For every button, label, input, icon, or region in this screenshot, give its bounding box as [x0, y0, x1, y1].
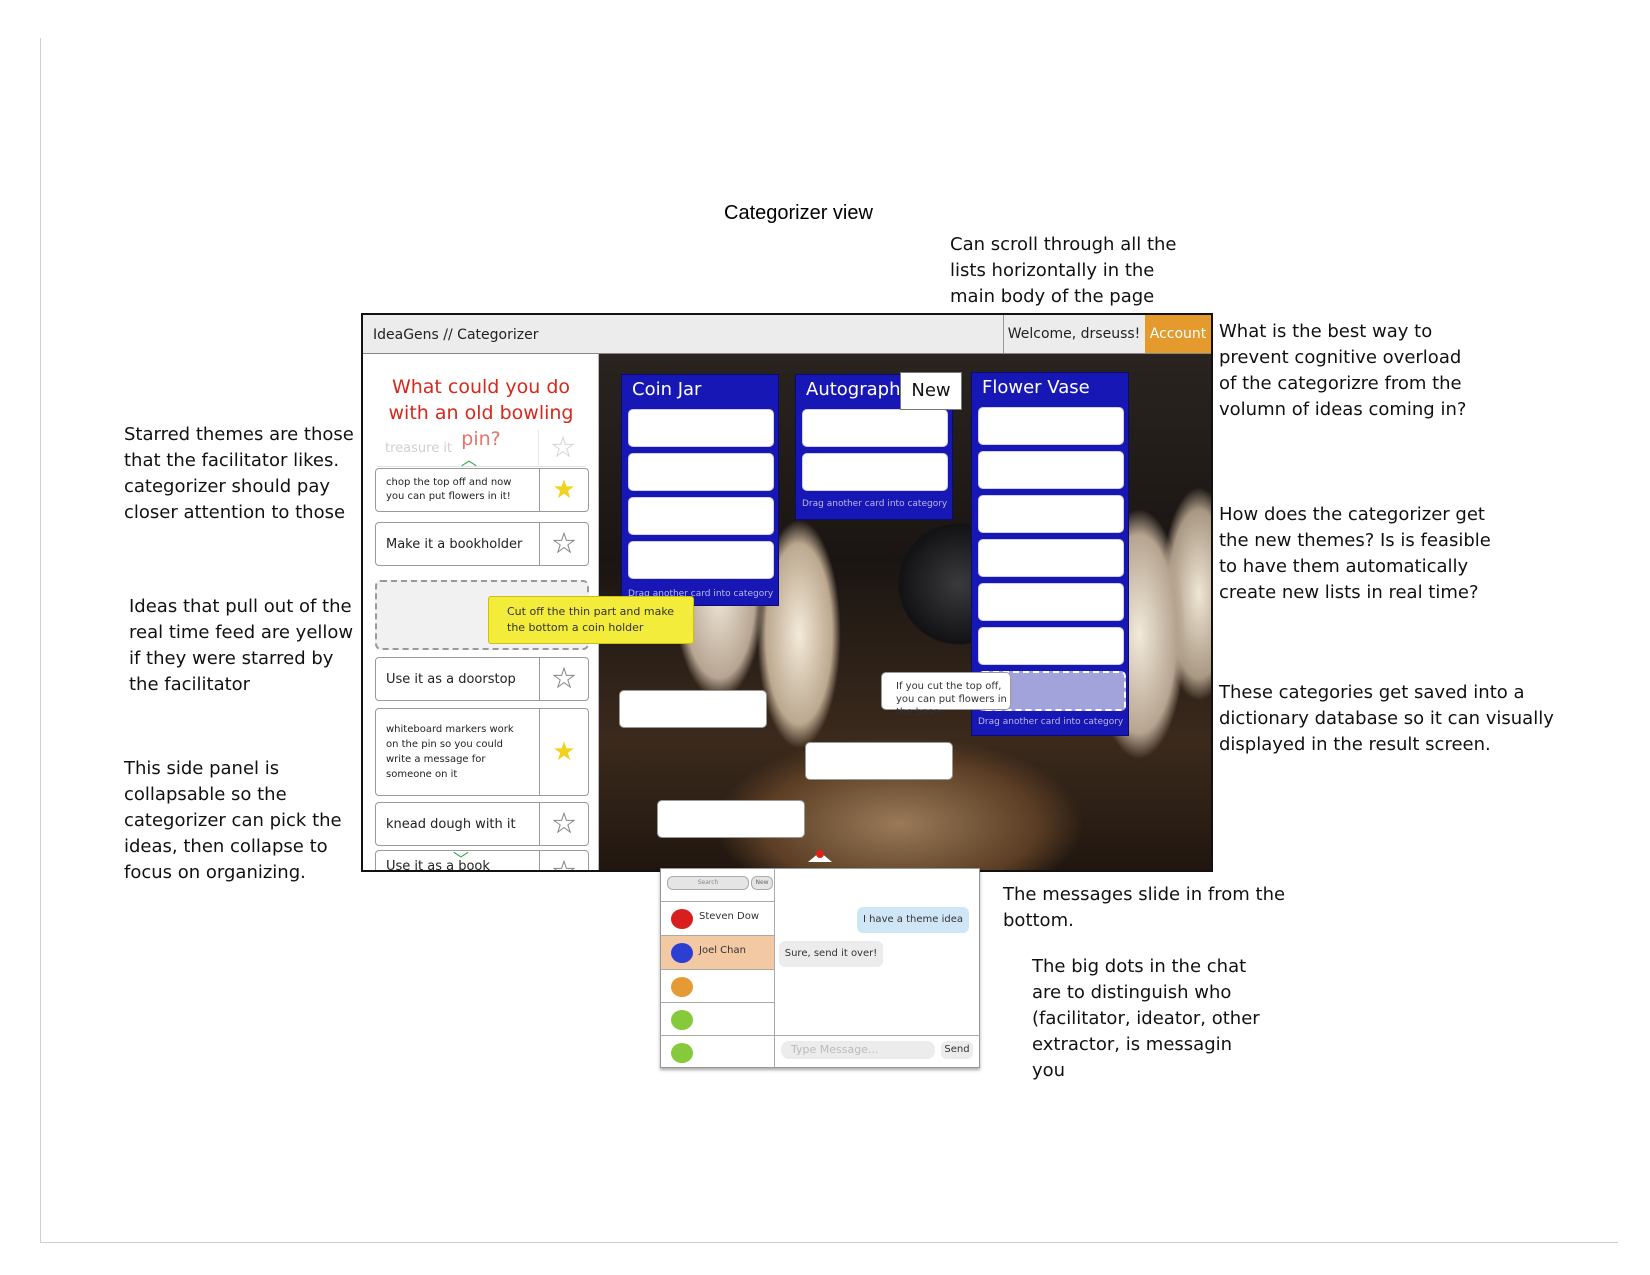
chat-panel: Search New Steven Dow Joel Chan I have a…	[660, 868, 980, 1068]
annotation-yellow: Ideas that pull out of the real time fee…	[129, 596, 354, 695]
top-bar: IdeaGens // Categorizer Welcome, drseuss…	[363, 315, 1211, 354]
contacts-column: Search New Steven Dow Joel Chan	[661, 869, 775, 1067]
app-title: IdeaGens // Categorizer	[373, 327, 539, 343]
category-list-coin-jar[interactable]: Coin Jar Drag another card into category	[621, 374, 779, 606]
idea-text: chop the top off and now you can put flo…	[386, 477, 512, 502]
contact-dot	[671, 1010, 693, 1030]
contact-dot	[671, 1043, 693, 1063]
page-frame-left	[40, 38, 41, 1243]
annotation-collapse: This side panel is collapsable so the ca…	[124, 758, 342, 883]
category-card-slot[interactable]	[978, 627, 1124, 665]
star-icon[interactable]: ★	[539, 523, 588, 565]
idea-text: Make it a bookholder	[386, 536, 523, 552]
annotation-starred: Starred themes are those that the facili…	[124, 424, 354, 523]
star-icon[interactable]: ★	[539, 851, 588, 870]
welcome-text: Welcome, drseuss!	[1003, 315, 1144, 353]
contact-dot	[671, 909, 693, 929]
star-icon[interactable]: ★	[539, 803, 588, 845]
message-outgoing: I have a theme idea	[857, 907, 969, 933]
contact-row[interactable]	[661, 969, 774, 1003]
star-icon[interactable]: ★	[539, 658, 588, 700]
contact-row-selected[interactable]: Joel Chan	[661, 935, 774, 969]
new-chat-button[interactable]: New	[751, 876, 773, 890]
idea-card[interactable]: knead dough with it ★	[375, 802, 589, 846]
contact-name: Steven Dow	[699, 911, 760, 922]
chat-divider	[775, 1035, 979, 1036]
annotation-dots: The big dots in the chat are to distingu…	[1032, 956, 1260, 1081]
annotation-save: These categories get saved into a dictio…	[1219, 682, 1554, 755]
contact-row[interactable]	[661, 1035, 774, 1069]
floating-idea-card[interactable]: If you cut the top off, you can put flow…	[881, 672, 1011, 718]
annotation-overload: What is the best way to prevent cognitiv…	[1219, 321, 1467, 420]
drag-hint: Drag another card into category	[978, 717, 1124, 727]
idea-card[interactable]: Make it a bookholder ★	[375, 522, 589, 566]
star-icon[interactable]: ★	[538, 430, 587, 466]
annotation-scroll: Can scroll through all the lists horizon…	[950, 234, 1177, 307]
list-title: Flower Vase	[982, 377, 1090, 398]
annotation-messages: The messages slide in from the bottom.	[1003, 884, 1286, 931]
idea-text: Use it as a doorstop	[386, 671, 516, 687]
idea-text: knead dough with it	[386, 816, 516, 832]
category-card-slot[interactable]	[978, 451, 1124, 489]
star-filled-icon[interactable]: ★	[539, 469, 588, 511]
categorizer-window: IdeaGens // Categorizer Welcome, drseuss…	[361, 313, 1213, 872]
category-card-slot[interactable]	[628, 409, 774, 447]
idea-text: treasure it	[385, 440, 453, 456]
chevron-up-icon[interactable]: ︿	[461, 446, 477, 470]
new-list-button[interactable]: New	[900, 372, 962, 410]
idea-card[interactable]: treasure it ★	[375, 430, 587, 467]
category-card-slot[interactable]	[978, 583, 1124, 621]
message-incoming: Sure, send it over!	[779, 941, 883, 967]
drag-hint: Drag another card into category	[802, 499, 948, 509]
idea-text: whiteboard markers work on the pin so yo…	[386, 724, 514, 780]
contact-dot	[671, 943, 693, 963]
send-button[interactable]: Send	[941, 1041, 973, 1059]
category-card-slot[interactable]	[978, 495, 1124, 533]
dragged-starred-idea[interactable]: Cut off the thin part and make the botto…	[488, 596, 694, 644]
page-title: Categorizer view	[724, 202, 873, 224]
idea-card[interactable]: chop the top off and now you can put flo…	[375, 468, 589, 512]
annotation-new-themes: How does the categorizer get the new the…	[1219, 504, 1491, 603]
category-card-slot[interactable]	[978, 407, 1124, 445]
idea-card[interactable]: whiteboard markers work on the pin so yo…	[375, 708, 589, 796]
contact-name: Joel Chan	[699, 945, 746, 956]
contact-search-input[interactable]: Search	[667, 876, 749, 890]
chevron-down-icon[interactable]: ﹀	[453, 846, 469, 870]
contact-row[interactable]	[661, 1002, 774, 1036]
idea-card[interactable]: Use it as a book weight ★	[375, 850, 589, 870]
list-title: Coin Jar	[632, 379, 702, 400]
loose-card[interactable]	[657, 800, 805, 838]
idea-card[interactable]: Use it as a doorstop ★	[375, 657, 589, 701]
category-card-slot[interactable]	[628, 541, 774, 579]
category-card-slot[interactable]	[628, 453, 774, 491]
category-card-slot[interactable]	[802, 453, 948, 491]
account-button[interactable]: Account	[1145, 315, 1211, 353]
loose-card[interactable]	[805, 742, 953, 780]
message-input[interactable]: Type Message...	[781, 1041, 935, 1059]
category-card-slot[interactable]	[978, 539, 1124, 577]
loose-card[interactable]	[619, 690, 767, 728]
star-filled-icon[interactable]: ★	[539, 709, 588, 795]
notification-dot	[816, 850, 824, 858]
category-card-slot[interactable]	[628, 497, 774, 535]
category-card-slot[interactable]	[802, 409, 948, 447]
contact-row[interactable]: Steven Dow	[661, 901, 774, 935]
page-frame-bottom	[40, 1242, 1618, 1243]
contact-dot	[671, 977, 693, 997]
